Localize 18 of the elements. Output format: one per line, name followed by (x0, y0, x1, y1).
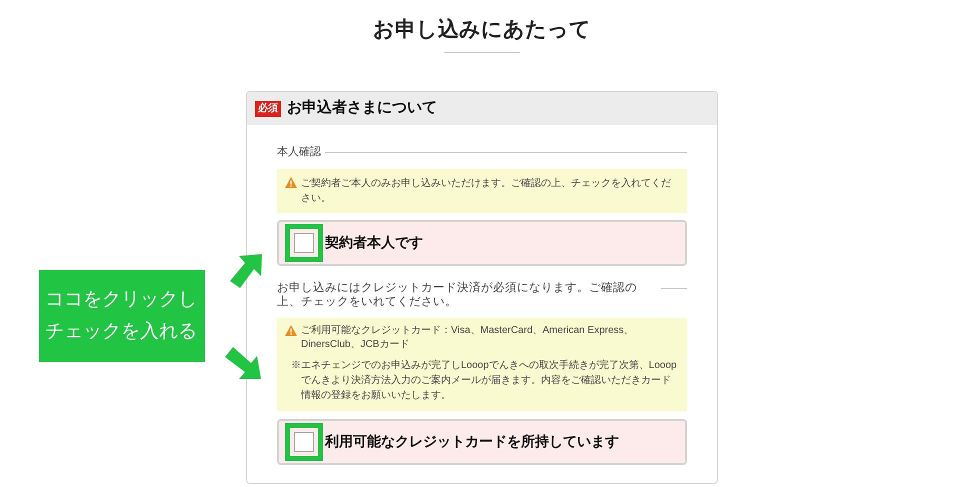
page-title: お申し込みにあたって (373, 17, 591, 43)
required-badge: 必須 (255, 100, 281, 116)
notice-text: ご契約者ご本人のみお申し込みいただけます。ご確認の上、チェックを入れてください。 (301, 176, 672, 206)
credit-description: お申し込みにはクレジットカード決済が必須になります。ご確認の上、チェックをいれてください。 (277, 280, 638, 308)
warning-icon (285, 324, 297, 336)
note-text: ※エネチェンジでのお申込みが完了しLooopでんきへの取次手続きが完了次第、Looopでんきより決済方法入力のご案内メールが届きます。内容をご確認いただきカード情報の登録をお願いいたします。 (290, 358, 678, 402)
checkbox-label: 契約者本人です (325, 233, 423, 252)
section-title: お申込者さまについて (287, 98, 437, 118)
checkbox-label: 利用可能なクレジットカードを所持しています (325, 432, 619, 451)
checkbox-row[interactable]: 契約者本人です (277, 220, 687, 266)
notice-text: ご利用可能なクレジットカード：Visa、MasterCard、American Express、DinersClub、JCBカード (301, 324, 635, 352)
section-legend: 本人確認 (277, 144, 321, 160)
checkbox-row[interactable]: 利用可能なクレジットカードを所持しています (277, 418, 687, 464)
checkbox[interactable] (285, 422, 323, 460)
callout-text: チェックを入れる (45, 320, 198, 344)
warning-icon (285, 176, 297, 188)
checkbox[interactable] (285, 224, 323, 262)
callout-text: ココをクリックし (45, 288, 198, 312)
